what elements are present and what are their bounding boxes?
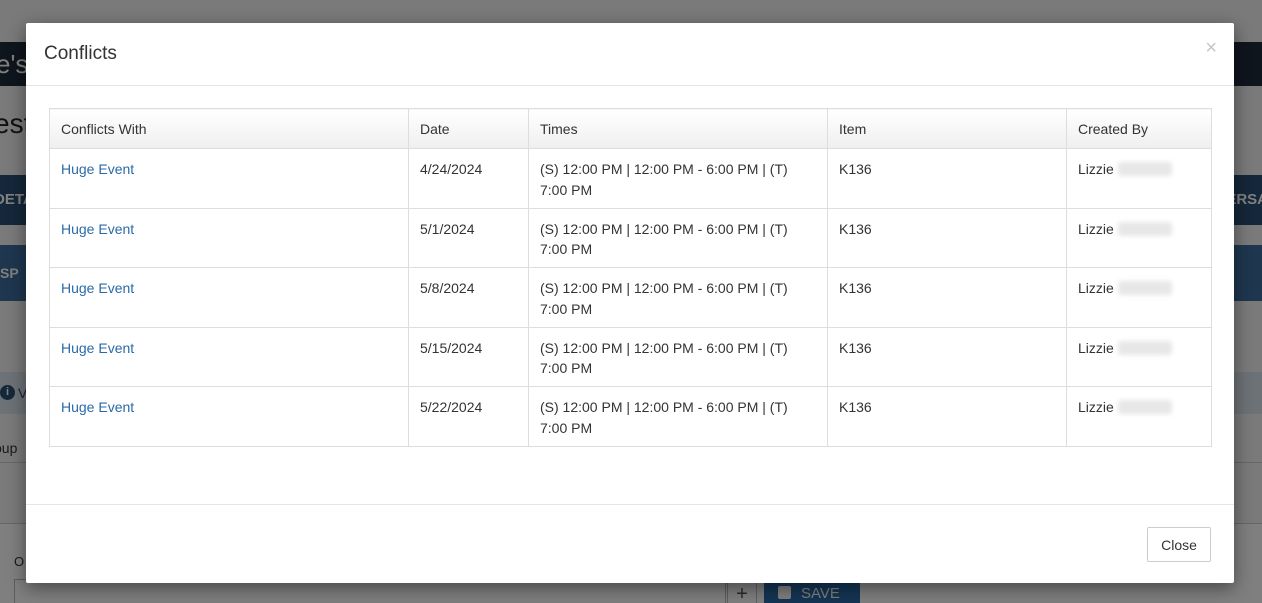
redacted-surname bbox=[1117, 162, 1172, 176]
cell-date: 5/15/2024 bbox=[408, 326, 529, 387]
column-header-created-by: Created By bbox=[1066, 108, 1212, 149]
cell-date: 5/8/2024 bbox=[408, 267, 529, 328]
created-by-name: Lizzie bbox=[1078, 339, 1114, 356]
cell-item: K136 bbox=[827, 207, 1067, 268]
cell-created-by: Lizzie bbox=[1066, 207, 1212, 268]
cell-conflicts-with: Huge Event bbox=[49, 267, 409, 328]
cell-times: (S) 12:00 PM | 12:00 PM - 6:00 PM | (T) … bbox=[528, 267, 828, 328]
modal-footer: Close bbox=[26, 504, 1234, 583]
table-row: Huge Event 4/24/2024 (S) 12:00 PM | 12:0… bbox=[49, 148, 1212, 209]
close-button[interactable]: Close bbox=[1147, 527, 1211, 562]
cell-times: (S) 12:00 PM | 12:00 PM - 6:00 PM | (T) … bbox=[528, 148, 828, 209]
cell-item: K136 bbox=[827, 386, 1067, 447]
cell-item: K136 bbox=[827, 326, 1067, 387]
cell-created-by: Lizzie bbox=[1066, 326, 1212, 387]
redacted-surname bbox=[1117, 340, 1172, 355]
event-link[interactable]: Huge Event bbox=[61, 221, 134, 237]
table-row: Huge Event 5/8/2024 (S) 12:00 PM | 12:00… bbox=[49, 267, 1212, 328]
column-header-date: Date bbox=[408, 108, 529, 149]
created-by-name: Lizzie bbox=[1078, 399, 1114, 415]
modal-title: Conflicts bbox=[44, 43, 117, 64]
redacted-surname bbox=[1117, 281, 1172, 295]
modal-header: Conflicts × bbox=[26, 23, 1234, 86]
table-row: Huge Event 5/1/2024 (S) 12:00 PM | 12:00… bbox=[49, 207, 1212, 268]
column-header-item: Item bbox=[827, 108, 1067, 149]
event-link[interactable]: Huge Event bbox=[61, 399, 134, 415]
cell-times: (S) 12:00 PM | 12:00 PM - 6:00 PM | (T) … bbox=[528, 386, 828, 447]
cell-conflicts-with: Huge Event bbox=[49, 148, 409, 209]
table-row: Huge Event 5/22/2024 (S) 12:00 PM | 12:0… bbox=[49, 386, 1212, 447]
conflicts-table: Conflicts With Date Times Item Created B… bbox=[49, 108, 1212, 447]
conflicts-modal: Conflicts × Conflicts With Date Times It… bbox=[26, 23, 1234, 583]
cell-item: K136 bbox=[827, 148, 1067, 209]
cell-item: K136 bbox=[827, 267, 1067, 328]
event-link[interactable]: Huge Event bbox=[61, 161, 134, 177]
event-link[interactable]: Huge Event bbox=[61, 340, 134, 356]
cell-times: (S) 12:00 PM | 12:00 PM - 6:00 PM | (T) … bbox=[528, 207, 828, 268]
cell-date: 4/24/2024 bbox=[408, 148, 529, 209]
created-by-name: Lizzie bbox=[1078, 220, 1114, 237]
table-row: Huge Event 5/15/2024 (S) 12:00 PM | 12:0… bbox=[49, 326, 1212, 387]
event-link[interactable]: Huge Event bbox=[61, 280, 134, 296]
cell-date: 5/22/2024 bbox=[408, 386, 529, 447]
created-by-name: Lizzie bbox=[1078, 280, 1114, 296]
redacted-surname bbox=[1117, 400, 1172, 414]
column-header-times: Times bbox=[528, 108, 828, 149]
cell-created-by: Lizzie bbox=[1066, 386, 1212, 447]
cell-date: 5/1/2024 bbox=[408, 207, 529, 268]
cell-created-by: Lizzie bbox=[1066, 267, 1212, 328]
cell-conflicts-with: Huge Event bbox=[49, 207, 409, 268]
cell-conflicts-with: Huge Event bbox=[49, 386, 409, 447]
cell-created-by: Lizzie bbox=[1066, 148, 1212, 209]
cell-conflicts-with: Huge Event bbox=[49, 326, 409, 387]
created-by-name: Lizzie bbox=[1078, 161, 1114, 177]
redacted-surname bbox=[1117, 221, 1172, 236]
table-header-row: Conflicts With Date Times Item Created B… bbox=[49, 108, 1212, 149]
cell-times: (S) 12:00 PM | 12:00 PM - 6:00 PM | (T) … bbox=[528, 326, 828, 387]
column-header-conflicts-with: Conflicts With bbox=[49, 108, 409, 149]
conflicts-table-wrapper: Conflicts With Date Times Item Created B… bbox=[49, 108, 1212, 447]
close-icon[interactable]: × bbox=[1205, 37, 1217, 59]
